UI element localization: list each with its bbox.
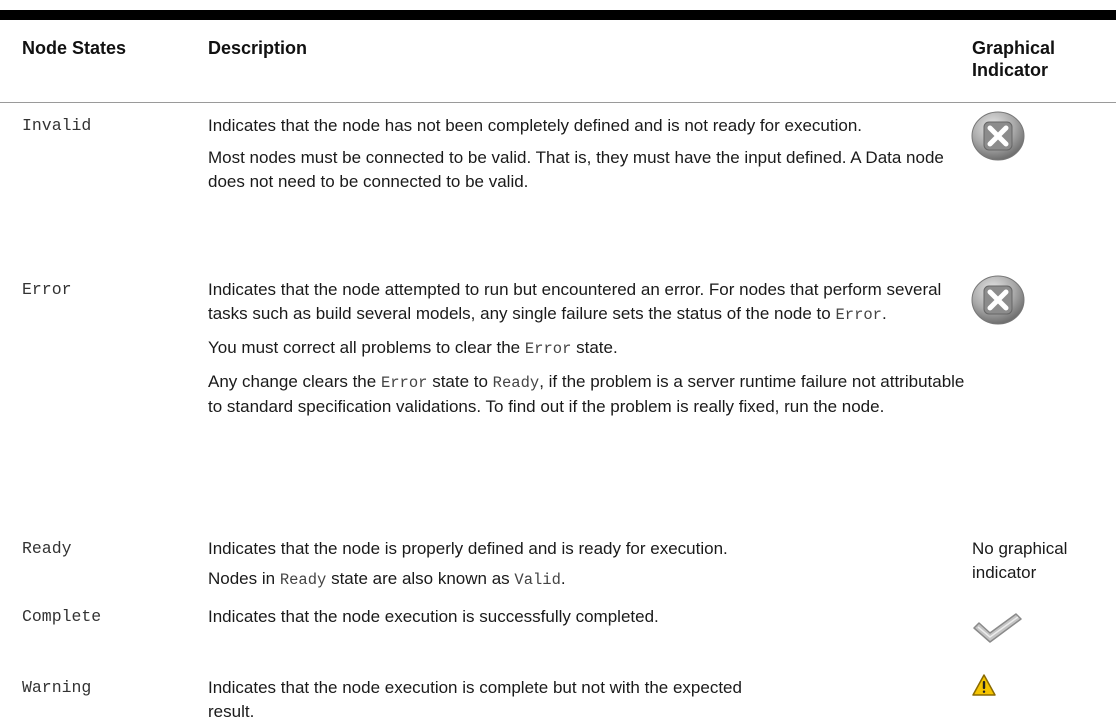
description-complete: Indicates that the node execution is suc…: [208, 607, 659, 626]
description-ready: Indicates that the node is properly defi…: [208, 537, 968, 592]
description-paragraph: Indicates that the node has not been com…: [208, 116, 862, 135]
header-description: Description: [208, 38, 308, 58]
description-invalid: Indicates that the node has not been com…: [208, 114, 968, 194]
description-paragraph: Nodes in Ready state are also known as V…: [208, 569, 566, 589]
description-paragraph: Indicates that the node is properly defi…: [208, 539, 728, 558]
warning-triangle-icon: [972, 674, 996, 696]
checkmark-icon: [973, 613, 1022, 643]
description-paragraph: Indicates that the node attempted to run…: [208, 280, 942, 324]
header-node-states: Node States: [22, 38, 127, 58]
top-rule: [0, 10, 1116, 20]
state-ready: Ready: [22, 539, 72, 558]
state-error: Error: [22, 280, 72, 299]
description-paragraph: Most nodes must be connected to be valid…: [208, 148, 944, 191]
state-complete: Complete: [22, 607, 102, 626]
state-warning: Warning: [22, 678, 92, 697]
description-warning: Indicates that the node execution is com…: [208, 678, 742, 721]
description-error: Indicates that the node attempted to run…: [208, 278, 968, 419]
error-x-icon: [971, 111, 1025, 161]
description-paragraph: You must correct all problems to clear t…: [208, 338, 618, 358]
error-x-icon: [971, 275, 1025, 325]
header-divider: [0, 102, 1116, 103]
header-graphical-indicator: Graphical Indicator: [972, 38, 1056, 80]
description-paragraph: Any change clears the Error state to Rea…: [208, 372, 965, 416]
state-invalid: Invalid: [22, 116, 92, 135]
no-graphical-indicator-text: No graphical indicator: [972, 539, 1068, 582]
